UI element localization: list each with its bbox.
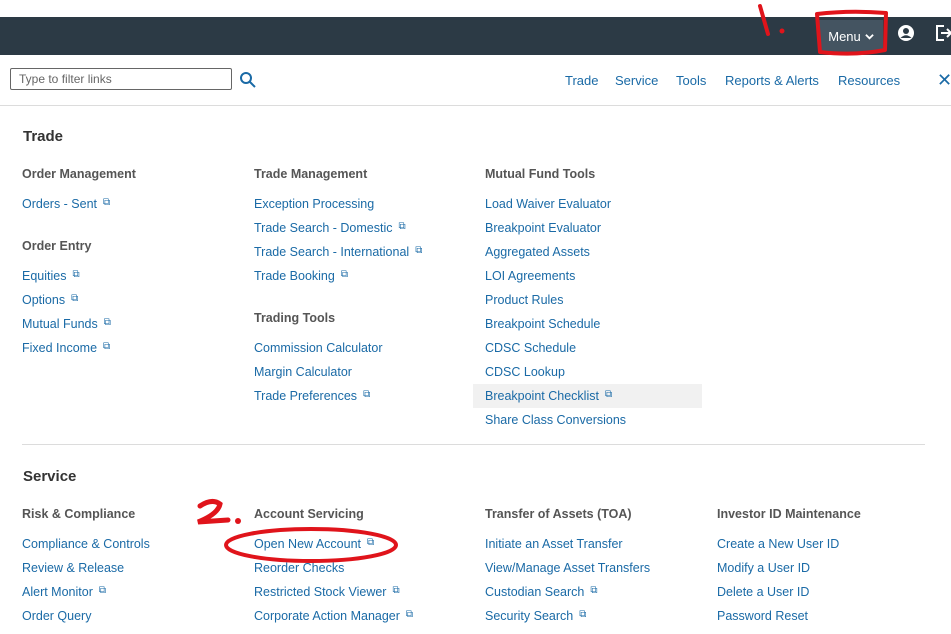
trade-management-title: Trade Management	[254, 167, 368, 181]
link-corporate-action-manager[interactable]: Corporate Action Manager ⧉	[254, 609, 413, 623]
link-initiate-asset-transfer[interactable]: Initiate an Asset Transfer	[485, 537, 623, 551]
link-view-manage-asset-transfers[interactable]: View/Manage Asset Transfers	[485, 561, 650, 575]
external-link-icon: ⧉	[590, 585, 598, 596]
close-icon[interactable]: ✕	[937, 70, 951, 91]
external-link-icon: ⧉	[363, 389, 371, 400]
link-cdsc-schedule[interactable]: CDSC Schedule	[485, 341, 576, 355]
external-link-icon: ⧉	[340, 269, 348, 280]
link-margin-calculator[interactable]: Margin Calculator	[254, 365, 352, 379]
external-link-icon: ⧉	[103, 197, 111, 208]
link-commission-calculator[interactable]: Commission Calculator	[254, 341, 383, 355]
link-review-release[interactable]: Review & Release	[22, 561, 124, 575]
order-entry-title: Order Entry	[22, 239, 92, 253]
link-orders-sent[interactable]: Orders - Sent ⧉	[22, 197, 110, 211]
link-alert-monitor[interactable]: Alert Monitor ⧉	[22, 585, 106, 599]
link-load-waiver-evaluator[interactable]: Load Waiver Evaluator	[485, 197, 611, 211]
external-link-icon: ⧉	[72, 269, 80, 280]
link-modify-user-id[interactable]: Modify a User ID	[717, 561, 810, 575]
top-bar	[0, 17, 951, 55]
link-share-class-conversions[interactable]: Share Class Conversions	[485, 413, 626, 427]
menu-button[interactable]: Menu	[819, 20, 883, 52]
link-mutual-funds[interactable]: Mutual Funds ⧉	[22, 317, 111, 331]
link-options[interactable]: Options ⧉	[22, 293, 78, 307]
trading-tools-title: Trading Tools	[254, 311, 336, 325]
link-delete-user-id[interactable]: Delete a User ID	[717, 585, 809, 599]
link-compliance-controls[interactable]: Compliance & Controls	[22, 537, 150, 551]
mutual-fund-tools-title: Mutual Fund Tools	[485, 167, 596, 181]
link-trade-booking[interactable]: Trade Booking ⧉	[254, 269, 348, 283]
link-fixed-income[interactable]: Fixed Income ⧉	[22, 341, 110, 355]
nav-reports-alerts[interactable]: Reports & Alerts	[725, 73, 819, 88]
investor-id-title: Investor ID Maintenance	[717, 507, 861, 521]
order-management-title: Order Management	[22, 167, 136, 181]
link-breakpoint-checklist[interactable]: Breakpoint Checklist ⧉	[485, 389, 612, 403]
link-security-search[interactable]: Security Search ⧉	[485, 609, 586, 623]
external-link-icon: ⧉	[579, 609, 587, 620]
link-cdsc-lookup[interactable]: CDSC Lookup	[485, 365, 565, 379]
top-strip	[0, 0, 951, 17]
nav-resources[interactable]: Resources	[838, 73, 900, 88]
link-password-reset[interactable]: Password Reset	[717, 609, 808, 623]
filter-links-input[interactable]	[10, 68, 232, 90]
external-link-icon: ⧉	[604, 389, 613, 400]
external-link-icon: ⧉	[392, 585, 400, 596]
link-create-user-id[interactable]: Create a New User ID	[717, 537, 839, 551]
link-equities[interactable]: Equities ⧉	[22, 269, 80, 283]
external-link-icon: ⧉	[405, 609, 414, 620]
external-link-icon: ⧉	[415, 245, 423, 256]
logout-icon[interactable]	[934, 24, 951, 42]
service-section-title: Service	[23, 468, 77, 485]
user-circle-icon[interactable]	[897, 24, 915, 42]
trade-section-title: Trade	[23, 128, 64, 145]
nav-service[interactable]: Service	[615, 73, 658, 88]
link-trade-preferences[interactable]: Trade Preferences ⧉	[254, 389, 370, 403]
menu-label: Menu	[828, 28, 861, 44]
external-link-icon: ⧉	[71, 293, 79, 304]
nav-trade[interactable]: Trade	[565, 73, 598, 88]
link-restricted-stock-viewer[interactable]: Restricted Stock Viewer ⧉	[254, 585, 400, 599]
chevron-down-icon	[865, 32, 874, 43]
account-servicing-title: Account Servicing	[254, 507, 364, 521]
link-exception-processing[interactable]: Exception Processing	[254, 197, 374, 211]
external-link-icon: ⧉	[367, 537, 375, 548]
external-link-icon: ⧉	[103, 341, 111, 352]
link-open-new-account[interactable]: Open New Account ⧉	[254, 537, 374, 551]
section-divider	[22, 444, 925, 445]
link-breakpoint-schedule[interactable]: Breakpoint Schedule	[485, 317, 600, 331]
nav-tools[interactable]: Tools	[676, 73, 706, 88]
external-link-icon: ⧉	[98, 585, 106, 596]
link-product-rules[interactable]: Product Rules	[485, 293, 564, 307]
link-custodian-search[interactable]: Custodian Search ⧉	[485, 585, 598, 599]
annotation-open-account-circle	[197, 498, 398, 563]
link-order-query[interactable]: Order Query	[22, 609, 91, 623]
search-icon[interactable]	[239, 71, 257, 89]
external-link-icon: ⧉	[103, 317, 111, 328]
link-reorder-checks[interactable]: Reorder Checks	[254, 561, 344, 575]
transfer-assets-title: Transfer of Assets (TOA)	[485, 507, 632, 521]
link-loi-agreements[interactable]: LOI Agreements	[485, 269, 575, 283]
link-breakpoint-evaluator[interactable]: Breakpoint Evaluator	[485, 221, 601, 235]
link-trade-search-international[interactable]: Trade Search - International ⧉	[254, 245, 422, 259]
external-link-icon: ⧉	[398, 221, 406, 232]
risk-compliance-title: Risk & Compliance	[22, 507, 136, 521]
link-aggregated-assets[interactable]: Aggregated Assets	[485, 245, 590, 259]
link-trade-search-domestic[interactable]: Trade Search - Domestic ⧉	[254, 221, 406, 235]
